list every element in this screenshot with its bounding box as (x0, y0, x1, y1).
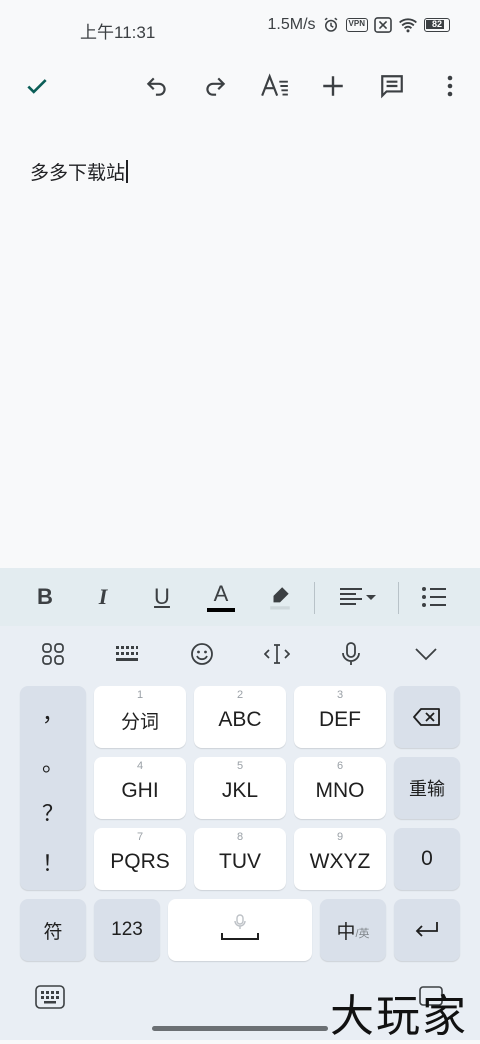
more-vert-icon[interactable] (426, 62, 474, 110)
key-label: MNO (315, 779, 365, 802)
key-number: 5 (236, 760, 244, 772)
redo-icon[interactable] (191, 62, 239, 110)
key-2[interactable]: 2 ABC (194, 686, 286, 748)
italic-button[interactable]: I (79, 573, 127, 621)
key-label: PQRS (110, 850, 170, 873)
document-body[interactable]: 多多下载站 (0, 118, 480, 568)
text-color-button[interactable]: A (197, 573, 245, 621)
text-color-label: A (213, 580, 229, 606)
italic-label: I (98, 584, 108, 609)
punct-exclaim[interactable]: ！ (20, 846, 86, 878)
key-number: 4 (136, 760, 144, 772)
key-label: TUV (219, 850, 261, 873)
no-sim-icon (374, 17, 392, 33)
bold-label: B (37, 584, 53, 609)
text-color-swatch (207, 607, 235, 612)
key-number: 9 (336, 831, 344, 843)
symbol-key[interactable]: 符 (20, 899, 86, 961)
backspace-key[interactable] (394, 686, 460, 748)
microphone-icon[interactable] (331, 636, 371, 672)
underline-label: U (154, 584, 170, 609)
key-label: GHI (121, 779, 159, 802)
key-label: WXYZ (309, 850, 371, 873)
watermark-logo: 大玩家 (330, 991, 468, 1042)
zero-key[interactable]: 0 (394, 828, 460, 890)
bold-button[interactable]: B (21, 573, 69, 621)
key-number: 2 (236, 689, 244, 701)
wifi-icon (398, 17, 418, 33)
space-key[interactable] (168, 899, 312, 961)
key-label: 分词 (120, 711, 159, 733)
undo-icon[interactable] (133, 62, 181, 110)
collapse-keyboard-icon[interactable] (406, 636, 446, 672)
check-icon[interactable] (13, 62, 61, 110)
key-label: ABC (218, 708, 262, 731)
align-dropdown-button[interactable] (333, 573, 383, 621)
comment-icon[interactable] (368, 62, 416, 110)
key-9[interactable]: 9 WXYZ (294, 828, 386, 890)
editor-toolbar (0, 56, 480, 118)
key-8[interactable]: 8 TUV (194, 828, 286, 890)
format-divider (398, 582, 399, 614)
key-7[interactable]: 7 PQRS (94, 828, 186, 890)
microphone-icon (234, 914, 246, 929)
gesture-nav-bar[interactable] (152, 1026, 328, 1031)
status-icons: 1.5M/s VPN 82 (268, 16, 450, 34)
number-mode-key[interactable]: 123 (94, 899, 160, 961)
apps-grid-icon[interactable] (33, 636, 73, 672)
alarm-icon (322, 16, 340, 34)
key-number: 7 (136, 831, 144, 843)
emoji-icon[interactable] (182, 636, 222, 672)
key-4[interactable]: 4 GHI (94, 757, 186, 819)
key-5[interactable]: 5 JKL (194, 757, 286, 819)
punct-period[interactable]: 。 (20, 746, 86, 778)
reenter-key[interactable]: 重输 (394, 757, 460, 819)
enter-key[interactable] (394, 899, 460, 961)
highlight-icon[interactable] (256, 573, 304, 621)
status-bar: 上午11:31 1.5M/s VPN 82 (0, 0, 480, 56)
punctuation-column[interactable]: ， 。 ？ ！ (20, 686, 86, 890)
underline-button[interactable]: U (138, 573, 186, 621)
format-divider (314, 582, 315, 614)
space-bar-icon (221, 933, 259, 940)
backspace-icon (413, 708, 440, 726)
cursor-move-icon[interactable] (257, 636, 297, 672)
ime-keyboard: ， 。 ？ ！ 1 分词 2 ABC 3 DEF 4 GHI 5 JKL 6 MNO 7 PQ… (0, 626, 480, 1040)
punct-comma[interactable]: ， (20, 696, 86, 728)
format-bar: B I U A (0, 568, 480, 626)
key-number: 8 (236, 831, 244, 843)
key-3[interactable]: 3 DEF (294, 686, 386, 748)
text-format-icon[interactable] (251, 62, 299, 110)
punct-question[interactable]: ？ (20, 796, 86, 828)
key-label: DEF (319, 708, 361, 731)
language-switch-key[interactable]: 中/英 (320, 899, 386, 961)
key-number: 1 (136, 689, 144, 701)
keyboard-layout-icon[interactable] (107, 636, 147, 672)
battery-icon: 82 (424, 18, 450, 32)
add-icon[interactable] (309, 62, 357, 110)
lang-sub-label: /英 (355, 928, 370, 940)
document-text: 多多下载站 (30, 163, 126, 184)
vpn-icon: VPN (345, 18, 368, 32)
key-label: JKL (221, 779, 259, 802)
keyboard-switch-icon[interactable] (34, 984, 66, 1010)
bullet-list-icon[interactable] (410, 573, 458, 621)
status-time: 上午11:31 (80, 23, 156, 42)
document-paragraph[interactable]: 多多下载站 (30, 158, 129, 185)
key-1[interactable]: 1 分词 (94, 686, 186, 748)
text-cursor (126, 160, 129, 183)
enter-icon (415, 922, 438, 937)
key-number: 3 (336, 689, 344, 701)
key-6[interactable]: 6 MNO (294, 757, 386, 819)
lang-main-label: 中 (336, 921, 356, 943)
network-speed: 1.5M/s (267, 16, 316, 33)
key-number: 6 (336, 760, 344, 772)
